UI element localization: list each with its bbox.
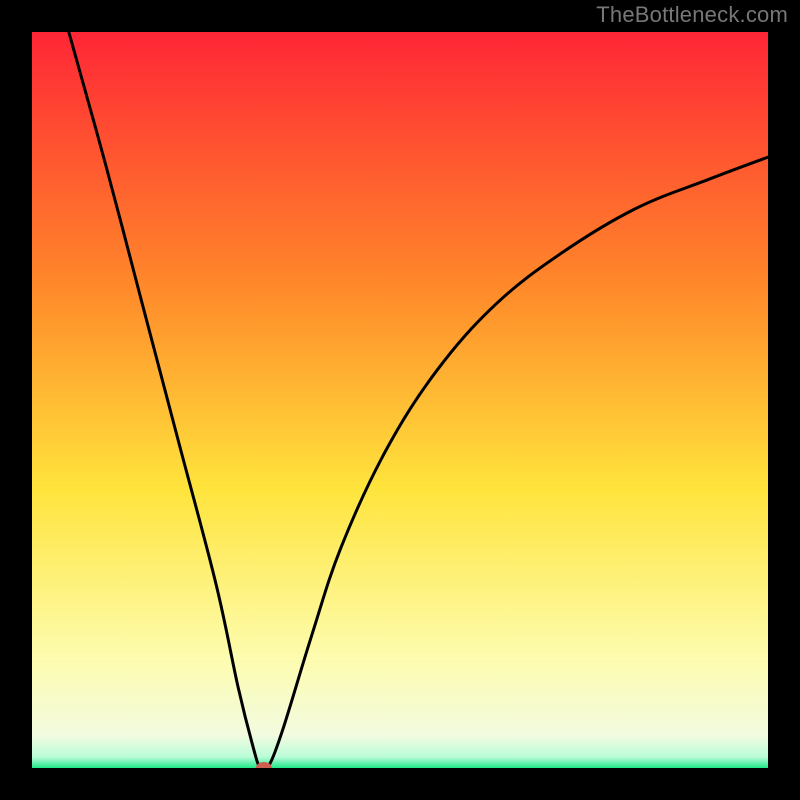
chart-frame: TheBottleneck.com [0,0,800,800]
attribution-text: TheBottleneck.com [596,2,788,28]
plot-area [32,32,768,768]
gradient-background [32,32,768,768]
chart-svg [32,32,768,768]
